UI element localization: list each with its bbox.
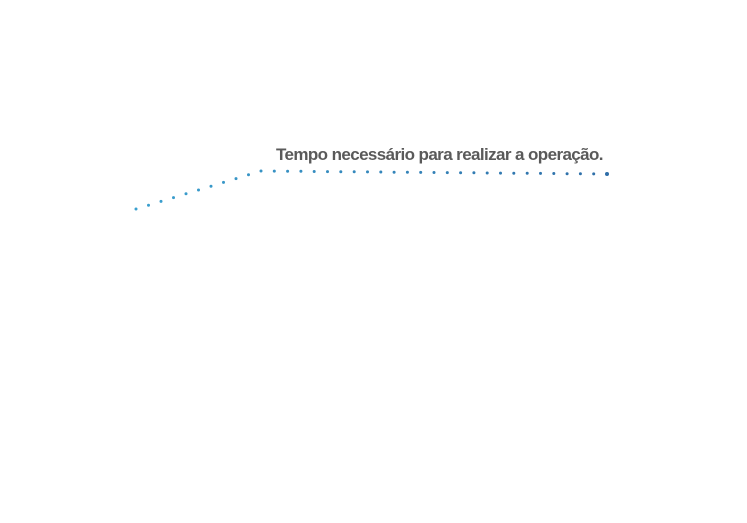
leader-dot (272, 169, 276, 173)
leader-dot (459, 171, 463, 175)
leader-dot (605, 172, 609, 176)
leader-dot (352, 170, 356, 174)
leader-dot (259, 169, 263, 173)
leader-dot (525, 171, 529, 175)
leader-dot (565, 172, 569, 176)
leader-dots (134, 169, 609, 211)
leader-dot (184, 192, 188, 196)
leader-dot (209, 184, 213, 188)
leader-dot (172, 196, 175, 200)
leader-dot (247, 173, 250, 177)
leader-dot (499, 171, 502, 175)
leader-dot (539, 171, 542, 175)
leader-dot (432, 171, 436, 174)
leader-dot (405, 170, 409, 174)
leader-dot (299, 169, 303, 173)
leader-dot (512, 171, 516, 175)
leader-dot (366, 170, 369, 174)
leader-dot (485, 171, 489, 175)
leader-dot (147, 203, 150, 207)
leader-dot (445, 171, 449, 175)
leader-dot (339, 170, 343, 174)
leader-dot (379, 170, 383, 174)
leader-dot (312, 170, 316, 173)
leader-dot (578, 172, 582, 176)
leader-dot (286, 169, 290, 173)
leader-dot (222, 180, 225, 184)
leader-dot (234, 177, 238, 181)
annotation-canvas: Tempo necessário para realizar a operaçã… (0, 0, 747, 523)
leader-dot (159, 199, 163, 203)
leader-dot (326, 170, 329, 174)
leader-dot (552, 172, 556, 175)
leader-dot (419, 170, 423, 174)
leader-dot (472, 171, 476, 175)
leader-dot (197, 188, 200, 192)
leader-dot (392, 170, 396, 174)
leader-dot (134, 207, 138, 211)
leader-dot (592, 172, 596, 176)
dotted-leader-line (134, 169, 609, 211)
